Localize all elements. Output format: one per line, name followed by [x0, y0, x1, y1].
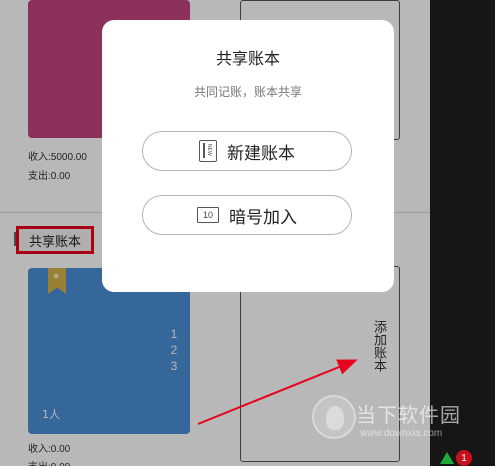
- dialog-title: 共享账本: [215, 49, 280, 68]
- code-icon: 10: [197, 207, 219, 223]
- watermark-logo-icon: [312, 395, 356, 439]
- new-book-label: 新建账本: [227, 143, 295, 164]
- app-screen: 收入:5000.00 支出:0.00 共享账本 ★ 1 2 3 1人 添加账本 …: [0, 0, 495, 466]
- new-book-button[interactable]: NEW 新建账本: [142, 131, 352, 171]
- join-by-code-button[interactable]: 10 暗号加入: [142, 195, 352, 235]
- join-by-code-label: 暗号加入: [229, 207, 297, 228]
- new-book-icon: NEW: [199, 140, 217, 162]
- watermark: 当下软件园 www.downxia.com: [310, 395, 485, 455]
- notification-badge[interactable]: 1: [456, 450, 472, 466]
- watermark-text: 当下软件园: [356, 403, 461, 427]
- watermark-url: www.downxia.com: [360, 428, 443, 439]
- dialog-subtitle: 共同记账，账本共享: [193, 85, 302, 99]
- up-arrow-icon: [440, 452, 454, 464]
- share-book-dialog: 共享账本 共同记账，账本共享 NEW 新建账本 10 暗号加入: [102, 20, 394, 292]
